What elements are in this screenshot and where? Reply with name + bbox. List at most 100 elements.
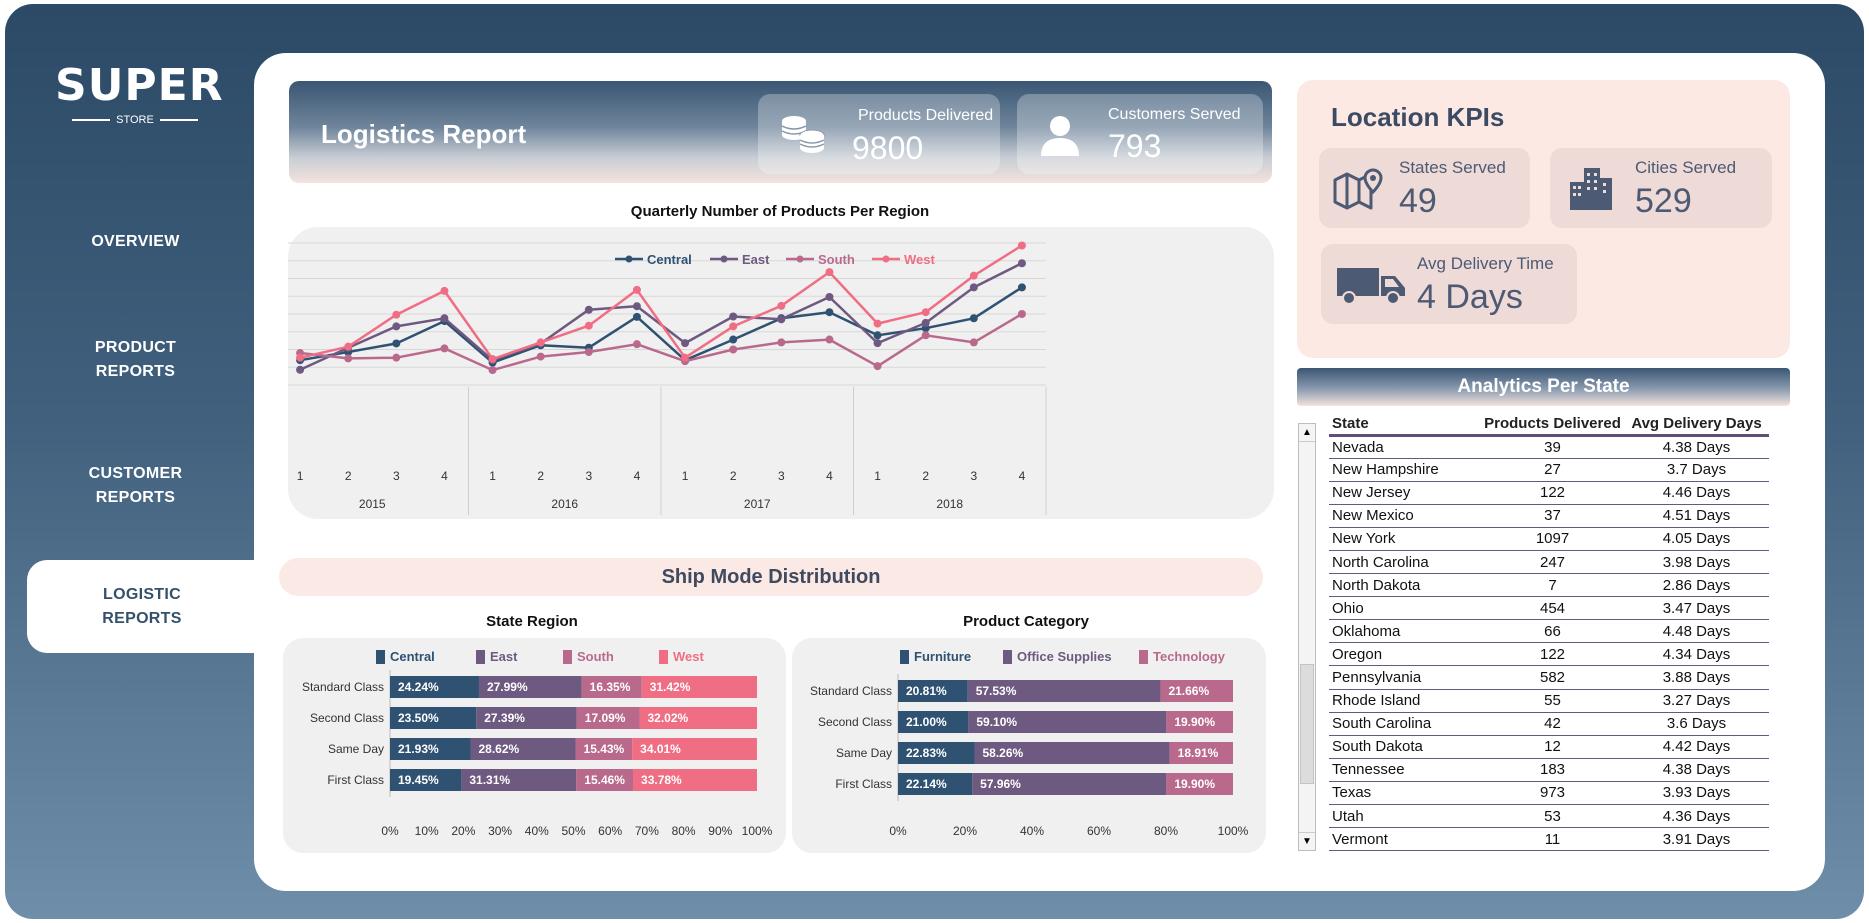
- customers-served-card: Customers Served 793: [1017, 94, 1263, 174]
- data-point-east: [825, 292, 834, 301]
- table-row: Tennessee 183 4.38 Days: [1329, 758, 1769, 782]
- products-delivered-cell: 582: [1481, 665, 1621, 690]
- analytics-per-state-banner: Analytics Per State: [1297, 368, 1790, 406]
- avg-delivery-days-cell: 2.86 Days: [1621, 573, 1769, 598]
- x-tick-label: 3: [778, 469, 785, 483]
- table-header-row: State Products Delivered Avg Delivery Da…: [1329, 413, 1769, 437]
- ship-mode-banner: Ship Mode Distribution: [279, 558, 1263, 596]
- nav-product-reports[interactable]: PRODUCT REPORTS: [28, 336, 243, 384]
- x-tick-label: 4: [441, 469, 448, 483]
- table-row: New Mexico 37 4.51 Days: [1329, 504, 1769, 528]
- x-tick-label: 100%: [742, 824, 773, 838]
- bar-data-label: 31.31%: [469, 773, 510, 787]
- category-label: Second Class: [310, 711, 384, 725]
- data-point-east: [296, 365, 305, 374]
- x-tick-label: 80%: [672, 824, 696, 838]
- x-tick-label: 30%: [488, 824, 512, 838]
- coins-icon: [781, 116, 825, 153]
- scroll-up-icon[interactable]: ▲: [1299, 424, 1315, 442]
- table-row: Nevada 39 4.38 Days: [1329, 435, 1769, 459]
- bar-data-label: 33.78%: [641, 773, 682, 787]
- avg-delivery-days-cell: 3.93 Days: [1621, 781, 1769, 806]
- x-tick-label: 70%: [635, 824, 659, 838]
- data-point-east: [873, 339, 882, 348]
- x-tick-label: 4: [826, 469, 833, 483]
- x-tick-label: 4: [1019, 469, 1026, 483]
- bar-data-label: 21.66%: [1168, 684, 1209, 698]
- state-cell: Tennessee: [1329, 758, 1481, 782]
- table-row: South Carolina 42 3.6 Days: [1329, 712, 1769, 736]
- data-point-south: [729, 345, 738, 354]
- state-cell: Vermont: [1329, 827, 1481, 852]
- legend-swatch: [563, 650, 572, 664]
- state-cell: New Jersey: [1329, 481, 1481, 505]
- scroll-thumb[interactable]: [1300, 664, 1314, 784]
- table-row: New York 1097 4.05 Days: [1329, 527, 1769, 551]
- x-tick-label: 3: [585, 469, 592, 483]
- product-category-bar-chart: 0% 20% 40% 60% 80% 100% Standard Class 20.81% 57…: [810, 649, 1249, 838]
- state-cell: Oklahoma: [1329, 619, 1481, 644]
- x-tick-label: 2: [922, 469, 929, 483]
- data-point-west: [536, 338, 545, 347]
- bar-data-label: 57.53%: [976, 684, 1017, 698]
- legend-label: East: [490, 649, 518, 664]
- logo-sub: STORE: [116, 114, 154, 126]
- line-chart: 0501001502002503003504001234123412341234…: [244, 236, 1047, 515]
- legend-label: West: [673, 649, 704, 664]
- avg-delivery-time-value: 4 Days: [1417, 278, 1523, 316]
- state-cell: South Dakota: [1329, 735, 1481, 759]
- legend-label: Office Supplies: [1017, 649, 1112, 664]
- table-row: Ohio 454 3.47 Days: [1329, 596, 1769, 621]
- bar-data-label: 28.62%: [478, 742, 519, 756]
- products-delivered-cell: 11: [1481, 827, 1621, 852]
- data-point-east: [440, 314, 449, 323]
- nav-overview[interactable]: OVERVIEW: [28, 230, 243, 254]
- scroll-down-icon[interactable]: ▼: [1299, 832, 1315, 850]
- products-delivered-cell: 122: [1481, 642, 1621, 667]
- data-point-south: [536, 352, 545, 361]
- legend-marker: [796, 255, 804, 263]
- bar-data-label: 15.46%: [584, 773, 625, 787]
- products-delivered-cell: 55: [1481, 689, 1621, 713]
- location-kpis-panel: Location KPIs States Served 49 Cities Se…: [1297, 80, 1790, 358]
- state-cell: New Hampshire: [1329, 458, 1481, 482]
- avg-delivery-days-cell: 4.38 Days: [1621, 435, 1769, 459]
- data-point-east: [392, 322, 401, 331]
- data-point-west: [632, 285, 641, 294]
- state-cell: South Carolina: [1329, 712, 1481, 736]
- bar-data-label: 18.91%: [1178, 746, 1219, 760]
- x-tick-label: 20%: [451, 824, 475, 838]
- state-cell: Nevada: [1329, 435, 1481, 459]
- data-point-east: [777, 315, 786, 324]
- legend-swatch: [1003, 650, 1012, 664]
- bar-data-label: 32.02%: [647, 711, 688, 725]
- data-point-west: [969, 271, 978, 280]
- nav-customer-reports[interactable]: CUSTOMER REPORTS: [28, 462, 243, 510]
- avg-delivery-days-cell: 3.27 Days: [1621, 689, 1769, 713]
- states-served-card: States Served 49: [1319, 148, 1530, 228]
- customers-served-value: 793: [1108, 128, 1162, 164]
- state-cell: New York: [1329, 527, 1481, 551]
- table-scrollbar[interactable]: ▲ ▼: [1298, 423, 1316, 851]
- data-point-south: [921, 331, 930, 340]
- avg-delivery-days-cell: 4.38 Days: [1621, 758, 1769, 782]
- legend-marker: [720, 255, 728, 263]
- data-point-west: [296, 353, 305, 362]
- x-tick-label: 40%: [525, 824, 549, 838]
- report-header: Logistics Report Products Delivered 9800…: [289, 81, 1272, 183]
- category-label: Same Day: [328, 742, 384, 756]
- nav-logistic-reports[interactable]: LOGISTIC REPORTS: [27, 560, 257, 653]
- legend-label: East: [742, 252, 770, 267]
- x-tick-label: 3: [393, 469, 400, 483]
- x-tick-label: 50%: [561, 824, 585, 838]
- product-category-panel: 0% 20% 40% 60% 80% 100% Standard Class 20.81% 57…: [792, 638, 1266, 853]
- products-delivered-cell: 183: [1481, 758, 1621, 782]
- products-delivered-cell: 7: [1481, 573, 1621, 598]
- line-chart-panel: 0501001502002503003504001234123412341234…: [244, 227, 1274, 519]
- data-point-west: [584, 321, 593, 330]
- line-chart-title: Quarterly Number of Products Per Region: [630, 203, 930, 220]
- table-row: New Hampshire 27 3.7 Days: [1329, 458, 1769, 482]
- products-delivered-cell: 12: [1481, 735, 1621, 759]
- x-tick-label: 2: [345, 469, 352, 483]
- avg-delivery-days-cell: 4.51 Days: [1621, 504, 1769, 528]
